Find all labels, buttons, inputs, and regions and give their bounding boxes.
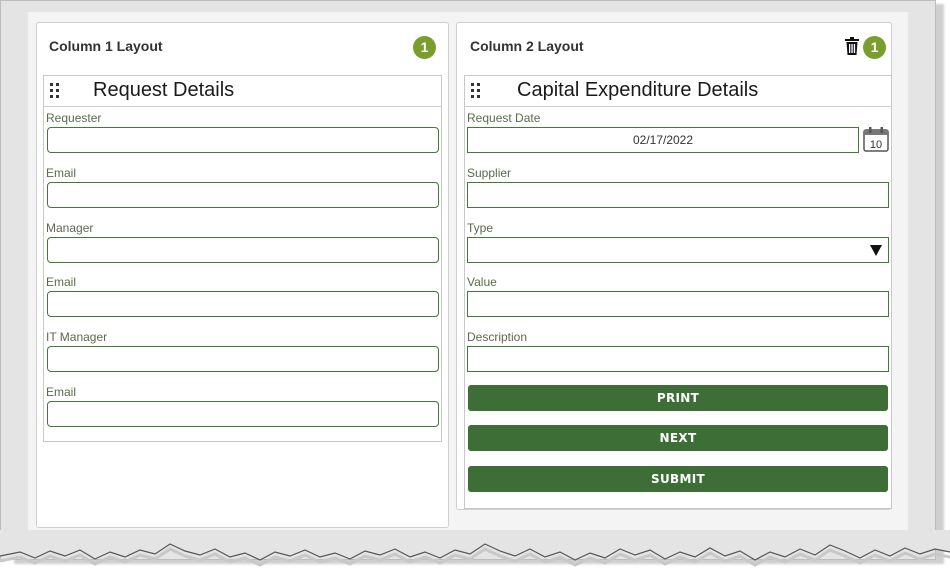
column-2-title: Column 2 Layout: [470, 38, 584, 54]
section-header: Request Details: [44, 76, 441, 107]
request-date-input[interactable]: 02/17/2022: [467, 127, 859, 153]
requester-email-label: Email: [46, 166, 77, 180]
print-button[interactable]: PRINT: [468, 385, 888, 411]
column-2-count-badge: 1: [863, 36, 886, 59]
value-input[interactable]: [467, 291, 889, 317]
value-label: Value: [467, 275, 497, 289]
next-button[interactable]: NEXT: [468, 425, 888, 451]
section-header: Capital Expenditure Details: [465, 76, 891, 107]
calendar-icon[interactable]: 10: [863, 126, 889, 152]
manager-email-input[interactable]: [47, 291, 439, 317]
type-label: Type: [467, 221, 494, 235]
calendar-day-number: 10: [870, 139, 882, 151]
drag-grip-icon[interactable]: [50, 83, 60, 99]
submit-button[interactable]: SUBMIT: [468, 466, 888, 492]
requester-email-input[interactable]: [47, 182, 439, 208]
request-date-label: Request Date: [467, 111, 541, 125]
description-label: Description: [467, 330, 528, 344]
torn-edge-decoration: [0, 530, 950, 567]
description-input[interactable]: [467, 346, 889, 372]
dropdown-arrow-icon[interactable]: [870, 245, 882, 256]
it-manager-email-label: Email: [46, 385, 77, 399]
drag-grip-icon[interactable]: [471, 83, 481, 99]
section-title: Request Details: [93, 79, 235, 101]
manager-email-label: Email: [46, 275, 77, 289]
it-manager-label: IT Manager: [46, 330, 108, 344]
column-1-panel: Column 1 Layout 1 Request Details: [36, 22, 449, 528]
type-select[interactable]: [467, 237, 889, 263]
supplier-input[interactable]: [467, 182, 889, 208]
screenshot-stage: Column 1 Layout 1 Request Details Reques…: [0, 0, 950, 587]
trash-icon[interactable]: [845, 37, 859, 55]
requester-label: Requester: [46, 111, 102, 125]
manager-input[interactable]: [47, 237, 439, 263]
it-manager-email-input[interactable]: [47, 401, 439, 427]
column-1-title: Column 1 Layout: [49, 38, 163, 54]
manager-label: Manager: [46, 221, 94, 235]
requester-input[interactable]: [47, 127, 439, 153]
it-manager-input[interactable]: [47, 346, 439, 372]
section-title: Capital Expenditure Details: [517, 79, 759, 101]
supplier-label: Supplier: [467, 166, 512, 180]
column-1-count-badge: 1: [413, 36, 436, 59]
